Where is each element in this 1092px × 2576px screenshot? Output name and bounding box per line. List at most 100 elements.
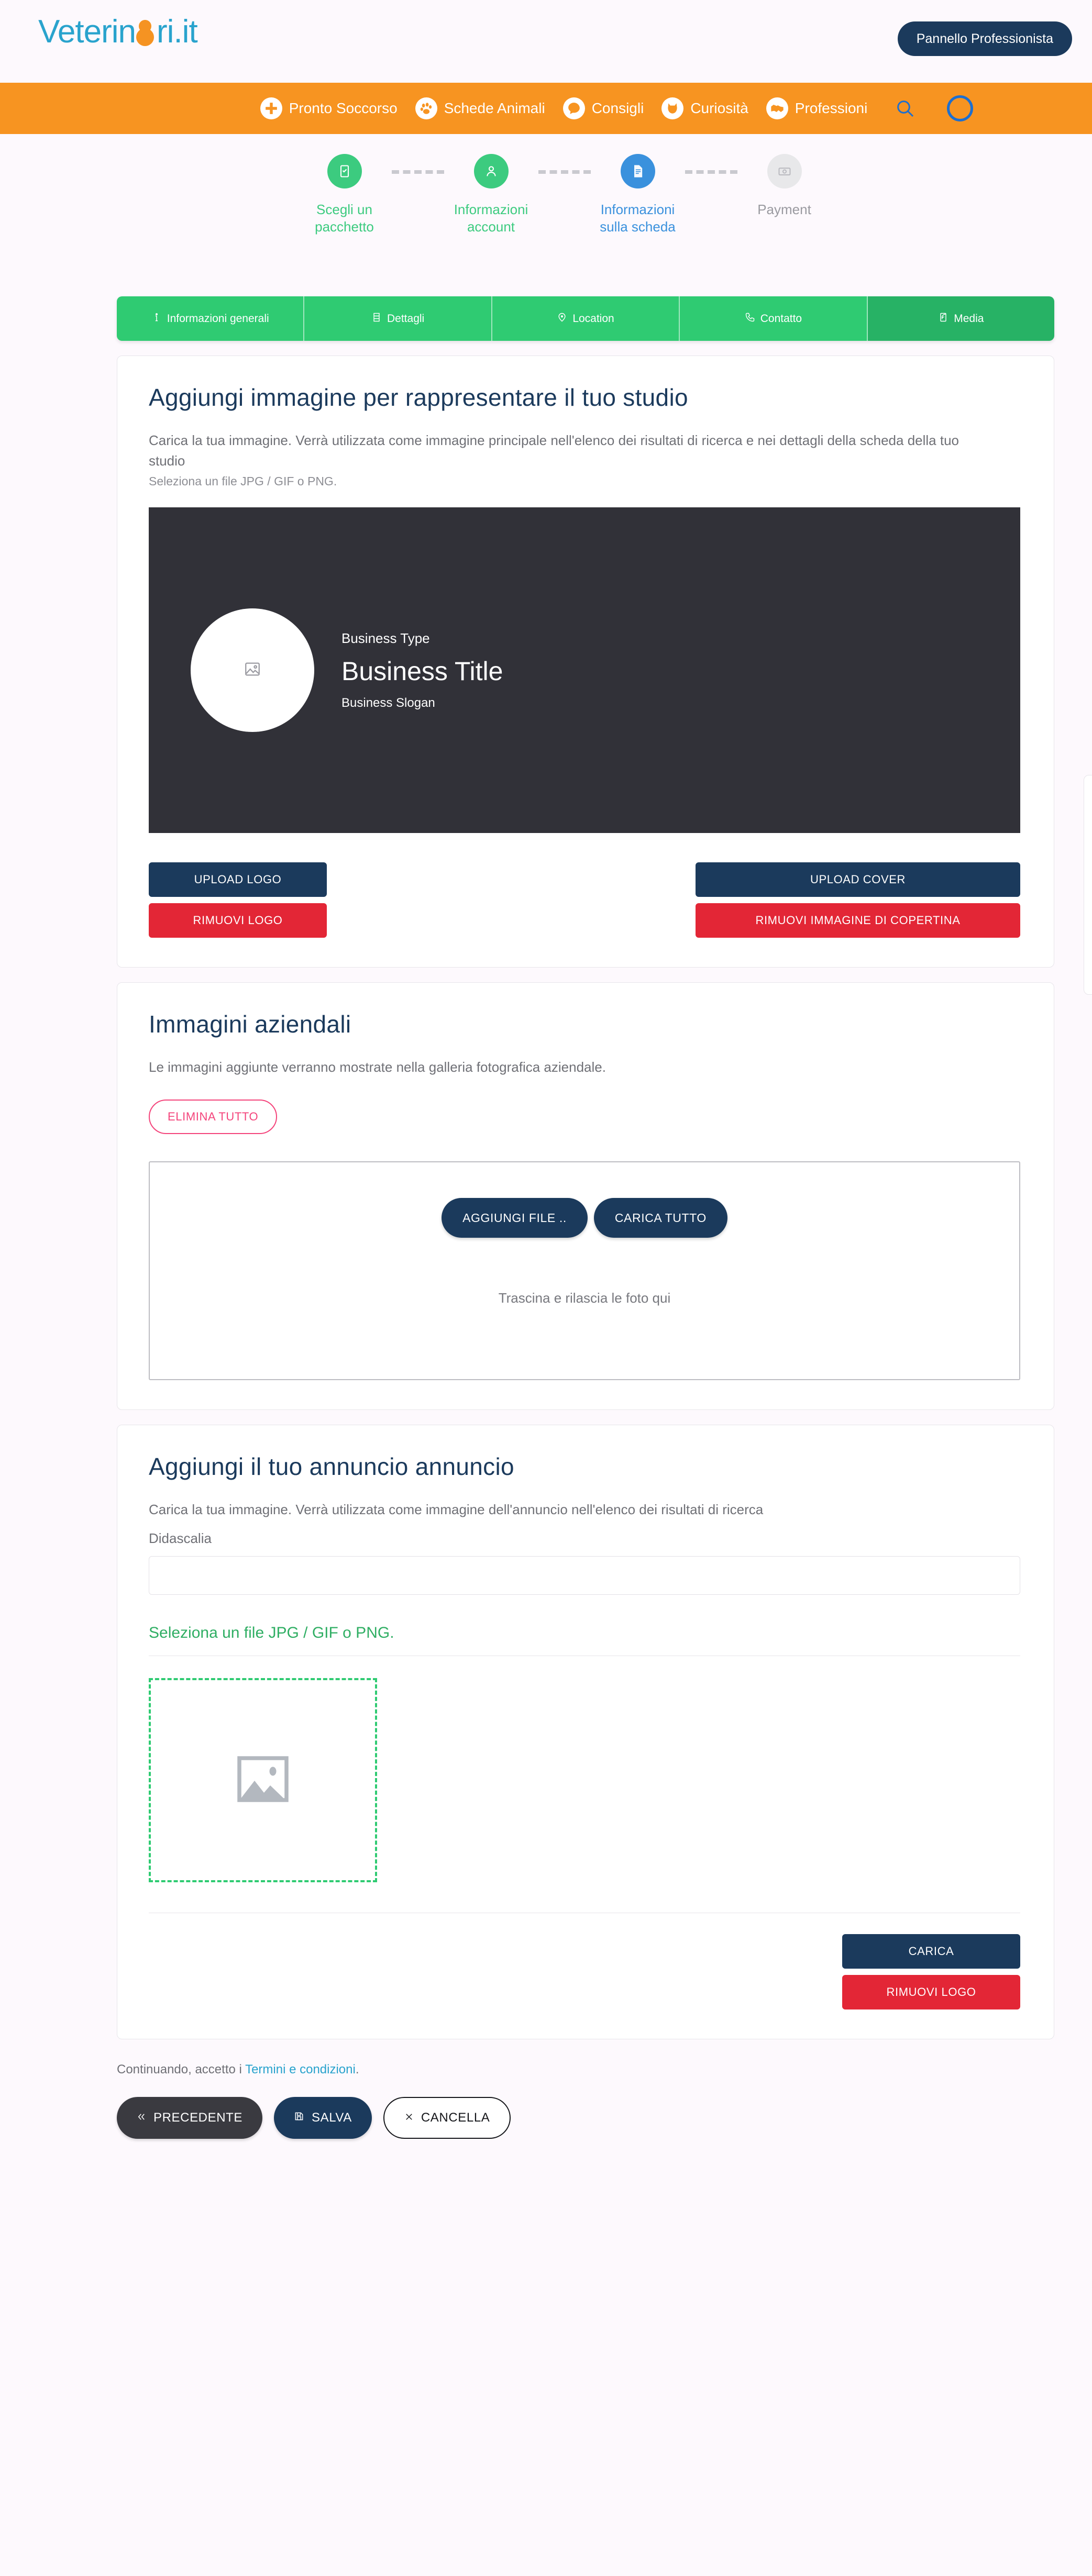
nav-label: Schede Animali bbox=[444, 100, 545, 116]
package-icon bbox=[327, 154, 362, 188]
terms-link[interactable]: Termini e condizioni bbox=[245, 2062, 356, 2077]
card-file-hint: Seleziona un file JPG / GIF o PNG. bbox=[149, 474, 337, 488]
money-icon bbox=[767, 154, 802, 188]
tab-contatto[interactable]: Contatto bbox=[680, 296, 868, 341]
step-label: Informazioni sulla scheda bbox=[600, 202, 676, 235]
user-icon bbox=[473, 154, 509, 188]
cover-buttons-group: UPLOAD COVER RIMUOVI IMMAGINE DI COPERTI… bbox=[696, 862, 1020, 938]
previous-button[interactable]: PRECEDENTE bbox=[117, 2097, 263, 2139]
nav-label: Consigli bbox=[591, 100, 644, 116]
logo-buttons-group: UPLOAD LOGO RIMUOVI LOGO bbox=[149, 862, 327, 938]
step-label: Informazioni account bbox=[454, 202, 528, 235]
save-button[interactable]: SALVA bbox=[274, 2097, 372, 2139]
handshake-icon bbox=[766, 97, 788, 119]
main-nav: Pronto Soccorso Schede Animali Consigli bbox=[0, 83, 1092, 134]
delete-all-button[interactable]: ELIMINA TUTTO bbox=[149, 1100, 278, 1134]
terms-prefix: Continuando, accetto i bbox=[117, 2062, 246, 2077]
caption-input[interactable] bbox=[149, 1556, 1020, 1595]
step-informazioni-account[interactable]: Informazioni account bbox=[444, 154, 538, 236]
tab-informazioni-generali[interactable]: Informazioni generali bbox=[117, 296, 305, 341]
select-file-link[interactable]: Seleziona un file JPG / GIF o PNG. bbox=[149, 1624, 1022, 1642]
card-description: Le immagini aggiunte verranno mostrate n… bbox=[149, 1059, 606, 1075]
ad-image-dropbox[interactable] bbox=[149, 1678, 377, 1882]
tab-label: Location bbox=[572, 312, 614, 325]
photo-dropzone[interactable]: AGGIUNGI FILE .. CARICA TUTTO Trascina e… bbox=[149, 1161, 1020, 1380]
main-content: Informazioni generali Dettagli Location bbox=[117, 296, 1092, 2139]
cover-preview: Business Type Business Title Business Sl… bbox=[149, 507, 1020, 833]
logo-text-part3: .it bbox=[173, 14, 197, 50]
preview-business-type: Business Type bbox=[341, 630, 430, 646]
card-title: Aggiungi il tuo annuncio annuncio bbox=[149, 1453, 514, 1480]
tab-dettagli[interactable]: Dettagli bbox=[304, 296, 492, 341]
nav-label: Curiosità bbox=[690, 100, 748, 116]
tab-label: Media bbox=[954, 312, 984, 325]
nav-item-pronto-soccorso[interactable]: Pronto Soccorso bbox=[260, 97, 398, 119]
dropzone-hint: Trascina e rilascia le foto qui bbox=[498, 1290, 671, 1306]
step-payment[interactable]: Payment bbox=[737, 154, 832, 218]
paw-icon bbox=[415, 97, 437, 119]
cancel-button[interactable]: CANCELLA bbox=[383, 2097, 511, 2139]
step-connector bbox=[391, 170, 444, 174]
phone-icon bbox=[745, 312, 755, 326]
speech-bubble-icon bbox=[562, 97, 585, 119]
previous-label: PRECEDENTE bbox=[153, 2111, 243, 2125]
tab-label: Contatto bbox=[760, 312, 802, 325]
search-icon[interactable] bbox=[895, 98, 915, 119]
save-disk-icon bbox=[294, 2111, 304, 2125]
nav-item-curiosita[interactable]: Curiosità bbox=[661, 97, 748, 119]
user-avatar[interactable] bbox=[947, 95, 974, 121]
upload-ad-button[interactable]: CARICA bbox=[842, 1934, 1020, 1969]
step-label: Scegli un pacchetto bbox=[315, 202, 374, 235]
terms-suffix: . bbox=[355, 2062, 359, 2077]
tab-label: Dettagli bbox=[387, 312, 425, 325]
image-placeholder-icon bbox=[231, 1748, 294, 1813]
nav-label: Pronto Soccorso bbox=[289, 100, 398, 116]
close-icon bbox=[404, 2111, 414, 2125]
tab-label: Informazioni generali bbox=[167, 312, 269, 325]
step-scegli-pacchetto[interactable]: Scegli un pacchetto bbox=[297, 154, 392, 236]
nav-label: Professioni bbox=[795, 100, 868, 116]
nav-item-schede-animali[interactable]: Schede Animali bbox=[415, 97, 545, 119]
cat-glyph-icon bbox=[136, 16, 157, 48]
step-connector bbox=[685, 170, 737, 174]
remove-ad-button[interactable]: RIMUOVI LOGO bbox=[842, 1975, 1020, 2009]
card-title: Aggiungi immagine per rappresentare il t… bbox=[149, 384, 688, 411]
nav-item-consigli[interactable]: Consigli bbox=[562, 97, 644, 119]
site-logo[interactable]: Veterin ri.it bbox=[38, 14, 198, 50]
pannello-professionista-button[interactable]: Pannello Professionista bbox=[897, 21, 1072, 56]
remove-logo-button[interactable]: RIMUOVI LOGO bbox=[149, 903, 327, 938]
step-informazioni-scheda[interactable]: Informazioni sulla scheda bbox=[591, 154, 685, 236]
cat-icon bbox=[661, 97, 684, 119]
list-icon bbox=[371, 312, 382, 326]
tab-location[interactable]: Location bbox=[492, 296, 680, 341]
preview-business-title: Business Title bbox=[341, 656, 503, 686]
logo-text-part1: Veterin bbox=[38, 14, 136, 50]
add-files-button[interactable]: AGGIUNGI FILE .. bbox=[442, 1198, 588, 1238]
tab-media[interactable]: Media bbox=[867, 296, 1054, 341]
upload-all-button[interactable]: CARICA TUTTO bbox=[593, 1198, 727, 1238]
card-business-images: Immagini aziendali Le immagini aggiunte … bbox=[117, 982, 1054, 1410]
chevron-double-left-icon bbox=[137, 2111, 146, 2125]
save-label: SALVA bbox=[312, 2111, 352, 2125]
caption-label: Didascalia bbox=[149, 1530, 212, 1546]
card-description: Carica la tua immagine. Verrà utilizzata… bbox=[149, 432, 959, 469]
nav-item-professioni[interactable]: Professioni bbox=[766, 97, 868, 119]
plus-cross-icon bbox=[260, 97, 282, 119]
upload-logo-button[interactable]: UPLOAD LOGO bbox=[149, 862, 327, 897]
right-side-card bbox=[1084, 775, 1092, 995]
remove-cover-button[interactable]: RIMUOVI IMMAGINE DI COPERTINA bbox=[696, 903, 1020, 938]
top-bar: Veterin ri.it Pannello Professionista bbox=[0, 0, 1092, 83]
preview-business-slogan: Business Slogan bbox=[341, 695, 435, 710]
wizard-footer: Continuando, accetto i Termini e condizi… bbox=[117, 2062, 1054, 2139]
ad-action-buttons: CARICA RIMUOVI LOGO bbox=[149, 1934, 1020, 2009]
logo-placeholder[interactable] bbox=[191, 608, 314, 732]
media-icon bbox=[938, 312, 948, 326]
upload-cover-button[interactable]: UPLOAD COVER bbox=[696, 862, 1020, 897]
upload-buttons-row: UPLOAD LOGO RIMUOVI LOGO UPLOAD COVER RI… bbox=[149, 862, 1020, 938]
card-studio-image: Aggiungi immagine per rappresentare il t… bbox=[117, 356, 1054, 968]
map-pin-icon bbox=[557, 312, 567, 326]
document-icon bbox=[620, 154, 655, 188]
logo-text-part2: ri bbox=[157, 14, 174, 50]
step-label: Payment bbox=[757, 202, 811, 217]
terms-text: Continuando, accetto i Termini e condizi… bbox=[117, 2062, 1054, 2077]
